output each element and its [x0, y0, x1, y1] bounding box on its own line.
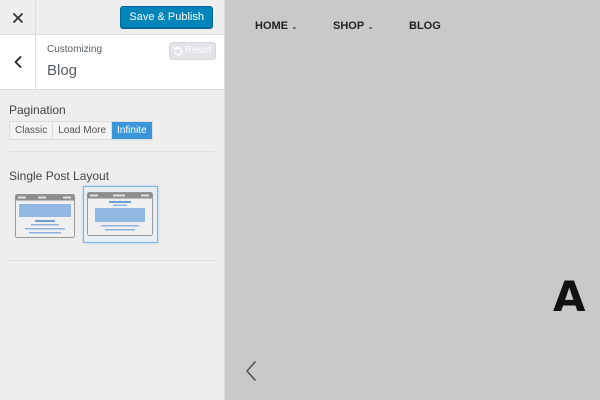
main-nav: HOME ⌄ SHOP ⌄ BLOG	[225, 20, 600, 34]
divider	[9, 260, 215, 261]
layout-thumbnail-1	[15, 194, 75, 238]
nav-item-label: HOME	[255, 20, 288, 32]
back-button[interactable]	[0, 35, 36, 89]
chevron-left-icon	[246, 361, 256, 381]
nav-item-home[interactable]: HOME ⌄	[255, 20, 298, 32]
section-subtitle: Customizing	[47, 44, 103, 55]
hero-heading: A T	[553, 272, 600, 321]
layout-option-1[interactable]	[15, 186, 77, 243]
pagination-option-classic[interactable]: Classic	[10, 122, 54, 139]
chevron-down-icon: ⌄	[291, 21, 298, 31]
nav-item-label: SHOP	[333, 20, 365, 32]
nav-item-blog[interactable]: BLOG	[409, 20, 441, 32]
pagination-option-load-more[interactable]: Load More	[53, 122, 113, 139]
customizer-header: Save & Publish	[0, 0, 224, 35]
divider	[9, 151, 215, 152]
section-title: Blog	[47, 62, 78, 79]
close-button[interactable]	[0, 0, 36, 35]
layout-option-2[interactable]	[83, 186, 158, 243]
nav-item-label: BLOG	[409, 20, 441, 32]
pagination-option-infinite[interactable]: Infinite	[112, 122, 152, 139]
pagination-label: Pagination	[9, 103, 66, 117]
pagination-options: Classic Load More Infinite	[9, 121, 153, 140]
chevron-left-icon	[14, 56, 21, 68]
close-icon	[12, 12, 23, 23]
customizer-sidebar: Save & Publish Customizing Blog Reset Pa…	[0, 0, 225, 400]
chevron-down-icon: ⌄	[367, 21, 374, 31]
single-post-layout-label: Single Post Layout	[9, 169, 110, 183]
slider-prev-button[interactable]	[245, 360, 263, 384]
save-publish-button[interactable]: Save & Publish	[120, 6, 213, 28]
section-header: Customizing Blog Reset	[0, 35, 224, 90]
undo-icon	[172, 46, 183, 56]
reset-button[interactable]: Reset	[168, 42, 216, 60]
site-preview: HOME ⌄ SHOP ⌄ BLOG A T	[225, 0, 600, 400]
reset-label: Reset	[184, 45, 211, 56]
nav-item-shop[interactable]: SHOP ⌄	[333, 20, 374, 32]
layout-thumbnail-2	[87, 192, 153, 236]
